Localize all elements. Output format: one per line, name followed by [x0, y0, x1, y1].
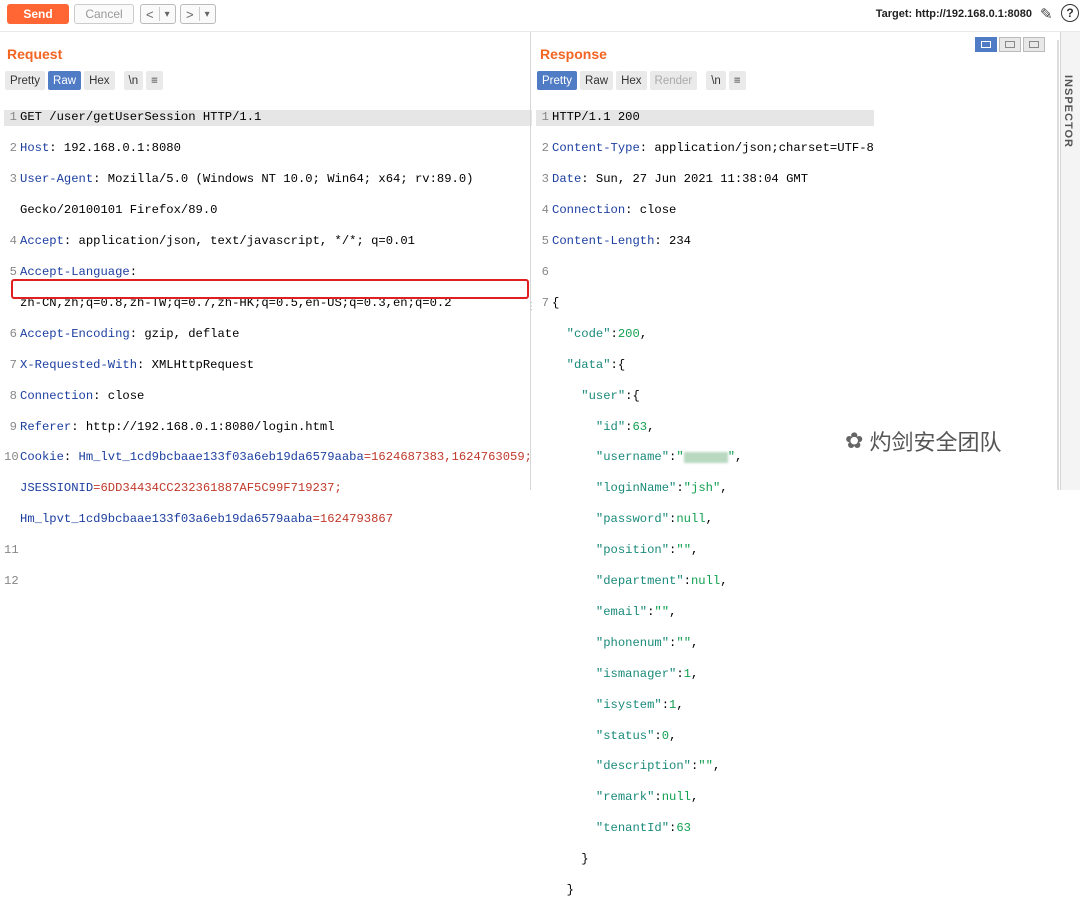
request-line: 7 X-Requested-With: XMLHttpRequest — [9, 357, 255, 372]
request-tabs: Pretty Raw Hex \n ≡ — [5, 71, 163, 91]
response-scrollbar[interactable] — [1057, 40, 1059, 490]
jsessionid-highlight-box — [11, 279, 529, 299]
response-line: 2 Content-Type: application/json;charset=… — [541, 141, 874, 156]
response-line: 6 — [541, 264, 549, 279]
json-line: "remark":null, — [595, 790, 699, 805]
inspector-label[interactable]: INSPECTOR — [1062, 75, 1074, 148]
cancel-button[interactable]: Cancel — [74, 4, 134, 24]
request-tab-hex[interactable]: Hex — [84, 71, 115, 90]
layout-toggle — [975, 37, 1045, 52]
request-line: 11 — [4, 543, 19, 558]
json-line: "username":" ", — [595, 450, 743, 465]
json-line: "position":"", — [595, 543, 699, 558]
json-line: } — [552, 883, 574, 898]
request-line: 9 Referer: http://192.168.0.1:8080/login.… — [9, 419, 335, 434]
json-line: "code":200, — [566, 326, 648, 341]
response-line: 3 Date: Sun, 27 Jun 2021 11:38:04 GMT — [541, 172, 809, 187]
response-line: 5 Content-Length: 234 — [541, 234, 691, 249]
back-button[interactable]: < — [141, 7, 159, 22]
splitter-handle-icon[interactable]: ⋮ — [526, 301, 536, 312]
response-title: Response — [540, 46, 607, 62]
layout-side-by-side-button[interactable] — [975, 37, 997, 52]
back-nav-group: < ▾ — [140, 4, 176, 24]
watermark-text: 灼剑安全团队 — [869, 430, 1002, 455]
response-editor[interactable]: 1 HTTP/1.1 200 2 Content-Type: application… — [536, 95, 874, 914]
response-tabs: Pretty Raw Hex Render \n ≡ — [537, 71, 746, 91]
json-line: "tenantId":63 — [595, 821, 691, 836]
response-line: 1 HTTP/1.1 200 — [536, 110, 874, 126]
request-newline-toggle[interactable]: \n — [123, 71, 144, 90]
request-menu-icon[interactable]: ≡ — [146, 71, 163, 90]
request-line: 6 Accept-Encoding: gzip, deflate — [9, 326, 240, 341]
request-tab-raw[interactable]: Raw — [48, 71, 82, 90]
send-button[interactable]: Send — [7, 4, 69, 24]
response-tab-hex[interactable]: Hex — [616, 71, 647, 90]
cookie-line: 10Cookie: Hm_lvt_1cd9bcbaae133f03a6eb19d… — [4, 450, 532, 465]
response-menu-icon[interactable]: ≡ — [728, 71, 746, 90]
request-line: 1 GET /user/getUserSession HTTP/1.1 — [4, 110, 532, 126]
json-line: "status":0, — [595, 728, 677, 743]
help-icon[interactable]: ? — [1061, 4, 1079, 22]
wechat-icon: ✿ — [845, 428, 864, 453]
response-tab-pretty[interactable]: Pretty — [537, 71, 578, 90]
response-tab-raw[interactable]: Raw — [580, 71, 614, 90]
json-line: "phonenum":"", — [595, 635, 699, 650]
request-line: 3 User-Agent: Mozilla/5.0 (Windows NT 10.… — [9, 172, 474, 187]
json-line: "isystem":1, — [595, 697, 684, 712]
json-line: "email":"", — [595, 604, 677, 619]
request-line: 2 Host: 192.168.0.1:8080 — [9, 141, 181, 156]
redacted-username — [683, 451, 728, 463]
request-tab-pretty[interactable]: Pretty — [5, 71, 46, 90]
target-label: Target: http://192.168.0.1:8080 — [875, 8, 1032, 20]
response-line: 7{ — [541, 295, 560, 310]
toolbar: Send Cancel < ▾ > ▾ Target: http://192.168… — [0, 0, 1080, 32]
response-line: 4 Connection: close — [541, 203, 677, 218]
pencil-icon[interactable]: ✎ — [1040, 5, 1053, 23]
request-editor[interactable]: 1 GET /user/getUserSession HTTP/1.1 2 Host… — [4, 95, 532, 605]
request-title: Request — [7, 46, 63, 62]
json-line: "ismanager":1, — [595, 666, 699, 681]
forward-nav-group: > ▾ — [180, 4, 216, 24]
json-line: "loginName":"jsh", — [595, 481, 728, 496]
back-history-dropdown[interactable]: ▾ — [160, 9, 175, 20]
panel-divider[interactable] — [530, 32, 531, 490]
watermark: ✿ 灼剑安全团队 — [845, 425, 1001, 457]
request-line: 4 Accept: application/json, text/javascri… — [9, 234, 415, 249]
json-line: "description":"", — [595, 759, 721, 774]
cookie-line-cont: Hm_lpvt_1cd9bcbaae133f03a6eb19da6579aaba… — [20, 512, 394, 527]
request-line: 12 — [4, 574, 19, 589]
json-line: "password":null, — [595, 512, 713, 527]
jsessionid-line: JSESSIONID=6DD34434CC232361887AF5C99F719… — [20, 481, 342, 496]
request-line: Gecko/20100101 Firefox/89.0 — [20, 203, 218, 218]
json-line: "id":63, — [595, 419, 655, 434]
response-tab-render[interactable]: Render — [649, 71, 698, 90]
json-line: "department":null, — [595, 574, 728, 589]
json-line: "user":{ — [581, 388, 640, 403]
request-line: 8 Connection: close — [9, 388, 145, 403]
json-line: "data":{ — [566, 357, 626, 372]
response-newline-toggle[interactable]: \n — [706, 71, 726, 90]
layout-tabbed-button[interactable] — [1023, 37, 1045, 52]
forward-history-dropdown[interactable]: ▾ — [200, 9, 215, 20]
forward-button[interactable]: > — [181, 7, 199, 22]
json-line: } — [552, 852, 589, 867]
layout-stacked-button[interactable] — [999, 37, 1021, 52]
